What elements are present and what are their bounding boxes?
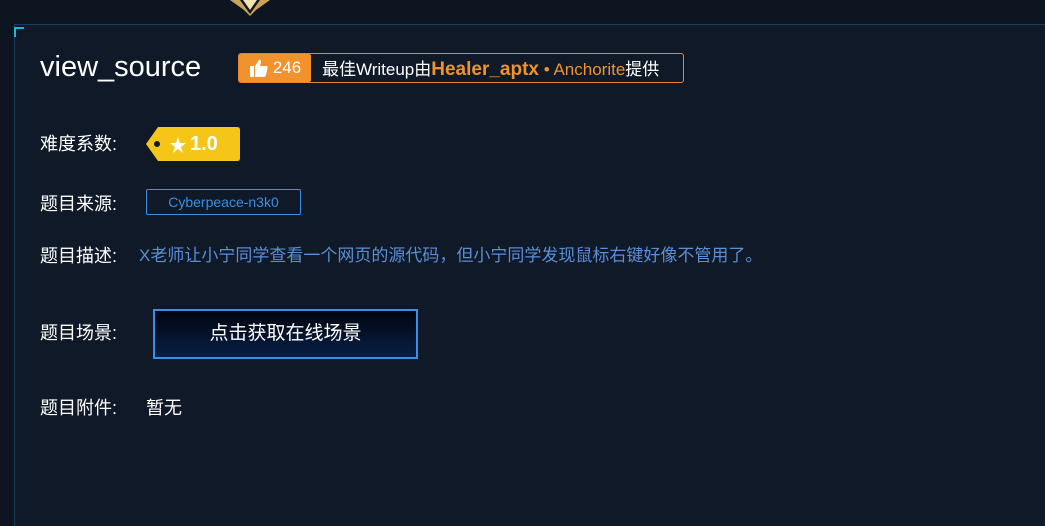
source-tag[interactable]: Cyberpeace-n3k0 bbox=[146, 189, 301, 215]
panel-corner-accent bbox=[14, 27, 24, 37]
difficulty-value: 1.0 bbox=[190, 133, 218, 155]
writeup-separator: • bbox=[539, 60, 554, 79]
writeup-author-link[interactable]: Healer_aptx bbox=[431, 59, 539, 80]
like-button[interactable]: 246 bbox=[239, 54, 311, 82]
difficulty-label: 难度系数: bbox=[40, 134, 118, 154]
source-label: 题目来源: bbox=[40, 194, 118, 214]
top-nav-bar bbox=[0, 0, 1045, 24]
writeup-suffix: 提供 bbox=[625, 60, 660, 79]
attachment-label: 题目附件: bbox=[40, 398, 118, 418]
writeup-prefix: 最佳Writeup由 bbox=[322, 60, 432, 79]
challenge-panel bbox=[14, 24, 1045, 526]
scene-label: 题目场景: bbox=[40, 323, 118, 343]
writeup-credit: 最佳Writeup由Healer_aptx • Anchorite提供 bbox=[322, 56, 659, 84]
challenge-title: view_source bbox=[40, 51, 202, 83]
get-scene-button[interactable]: 点击获取在线场景 bbox=[153, 309, 418, 359]
thumbs-up-icon bbox=[249, 59, 268, 77]
description-text: X老师让小宁同学查看一个网页的源代码，但小宁同学发现鼠标右键好像不管用了。 bbox=[139, 246, 763, 265]
emblem-icon bbox=[230, 0, 270, 16]
attachment-value: 暂无 bbox=[146, 398, 182, 418]
description-label: 题目描述: bbox=[40, 246, 118, 266]
like-count: 246 bbox=[272, 58, 302, 77]
star-icon bbox=[170, 137, 186, 153]
writeup-team-link[interactable]: Anchorite bbox=[553, 60, 625, 79]
